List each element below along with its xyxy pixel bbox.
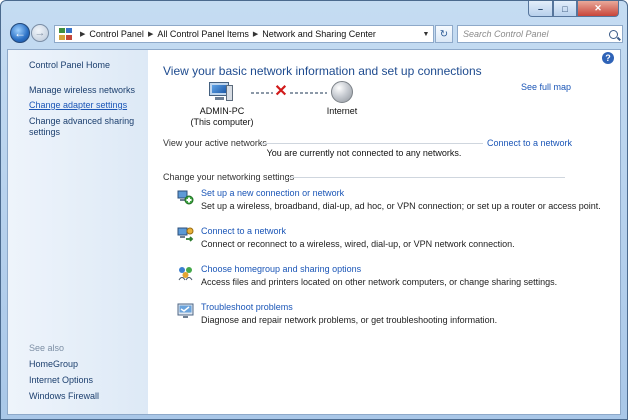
see-also-internet-options[interactable]: Internet Options	[29, 375, 141, 386]
see-also-homegroup[interactable]: HomeGroup	[29, 359, 141, 370]
search-box[interactable]	[457, 25, 623, 43]
divider	[287, 177, 565, 178]
page-title: View your basic network information and …	[163, 64, 482, 78]
troubleshoot-icon	[177, 303, 194, 318]
search-icon[interactable]	[609, 29, 618, 39]
address-bar[interactable]: ▶ Control Panel ▶ All Control Panel Item…	[54, 25, 434, 43]
refresh-button[interactable]: ↻	[435, 25, 453, 43]
sidebar-item-change-adapter[interactable]: Change adapter settings	[29, 100, 141, 111]
content-area: Control Panel Home Manage wireless netwo…	[7, 49, 621, 415]
not-connected-message: You are currently not connected to any n…	[266, 148, 462, 158]
task-title-link[interactable]: Connect to a network	[201, 226, 286, 236]
computer-icon	[209, 82, 233, 102]
main-panel: View your basic network information and …	[163, 50, 612, 414]
homegroup-icon	[178, 267, 193, 281]
disconnected-x-icon: ✕	[274, 83, 288, 100]
connect-network-icon	[177, 227, 194, 242]
search-input[interactable]	[463, 29, 603, 39]
computer-subtitle: (This computer)	[190, 117, 254, 127]
breadcrumb-separator-icon[interactable]: ▶	[148, 30, 153, 38]
navigation-bar: ← → ▶ Control Panel ▶ All Control Panel …	[7, 23, 623, 45]
task-description: Connect or reconnect to a wireless, wire…	[201, 239, 515, 249]
connection-line-left	[251, 92, 273, 94]
task-description: Diagnose and repair network problems, or…	[201, 315, 498, 325]
divider	[261, 143, 483, 144]
computer-name: ADMIN-PC	[199, 106, 245, 116]
new-connection-icon	[177, 190, 194, 205]
forward-button[interactable]: →	[31, 24, 49, 42]
breadcrumb-network-sharing[interactable]: Network and Sharing Center	[262, 29, 376, 39]
task-description: Set up a wireless, broadband, dial-up, a…	[201, 201, 601, 211]
breadcrumb-separator-icon[interactable]: ▶	[80, 30, 85, 38]
task-title-link[interactable]: Set up a new connection or network	[201, 188, 344, 198]
active-networks-label: View your active networks	[163, 138, 267, 148]
control-panel-icon	[59, 28, 73, 40]
window-frame: – □ ✕ ← → ▶ Control Panel ▶ All Control …	[0, 0, 628, 420]
see-also-windows-firewall[interactable]: Windows Firewall	[29, 391, 141, 402]
maximize-button[interactable]: □	[553, 1, 577, 17]
task-title-link[interactable]: Troubleshoot problems	[201, 302, 293, 312]
minimize-button[interactable]: –	[528, 1, 553, 17]
internet-label: Internet	[326, 106, 358, 116]
settings-label: Change your networking settings	[163, 172, 295, 182]
breadcrumb-control-panel[interactable]: Control Panel	[89, 29, 144, 39]
task-title-link[interactable]: Choose homegroup and sharing options	[201, 264, 361, 274]
see-full-map-link[interactable]: See full map	[521, 82, 571, 92]
back-button[interactable]: ←	[10, 23, 30, 43]
sidebar: Control Panel Home Manage wireless netwo…	[8, 50, 148, 414]
sidebar-home-link[interactable]: Control Panel Home	[29, 60, 141, 71]
internet-globe-icon	[331, 81, 353, 103]
breadcrumb-separator-icon[interactable]: ▶	[253, 30, 258, 38]
sidebar-item-advanced-sharing[interactable]: Change advanced sharing settings	[29, 116, 141, 138]
task-description: Access files and printers located on oth…	[201, 277, 558, 287]
caption-buttons: – □ ✕	[528, 1, 619, 17]
connection-line-right	[290, 92, 327, 94]
connect-to-network-link[interactable]: Connect to a network	[487, 138, 572, 148]
close-button[interactable]: ✕	[577, 1, 619, 17]
see-also-heading: See also	[29, 343, 65, 353]
breadcrumb-all-items[interactable]: All Control Panel Items	[157, 29, 249, 39]
sidebar-item-manage-wireless[interactable]: Manage wireless networks	[29, 85, 141, 96]
address-dropdown-icon[interactable]: ▼	[419, 26, 433, 42]
